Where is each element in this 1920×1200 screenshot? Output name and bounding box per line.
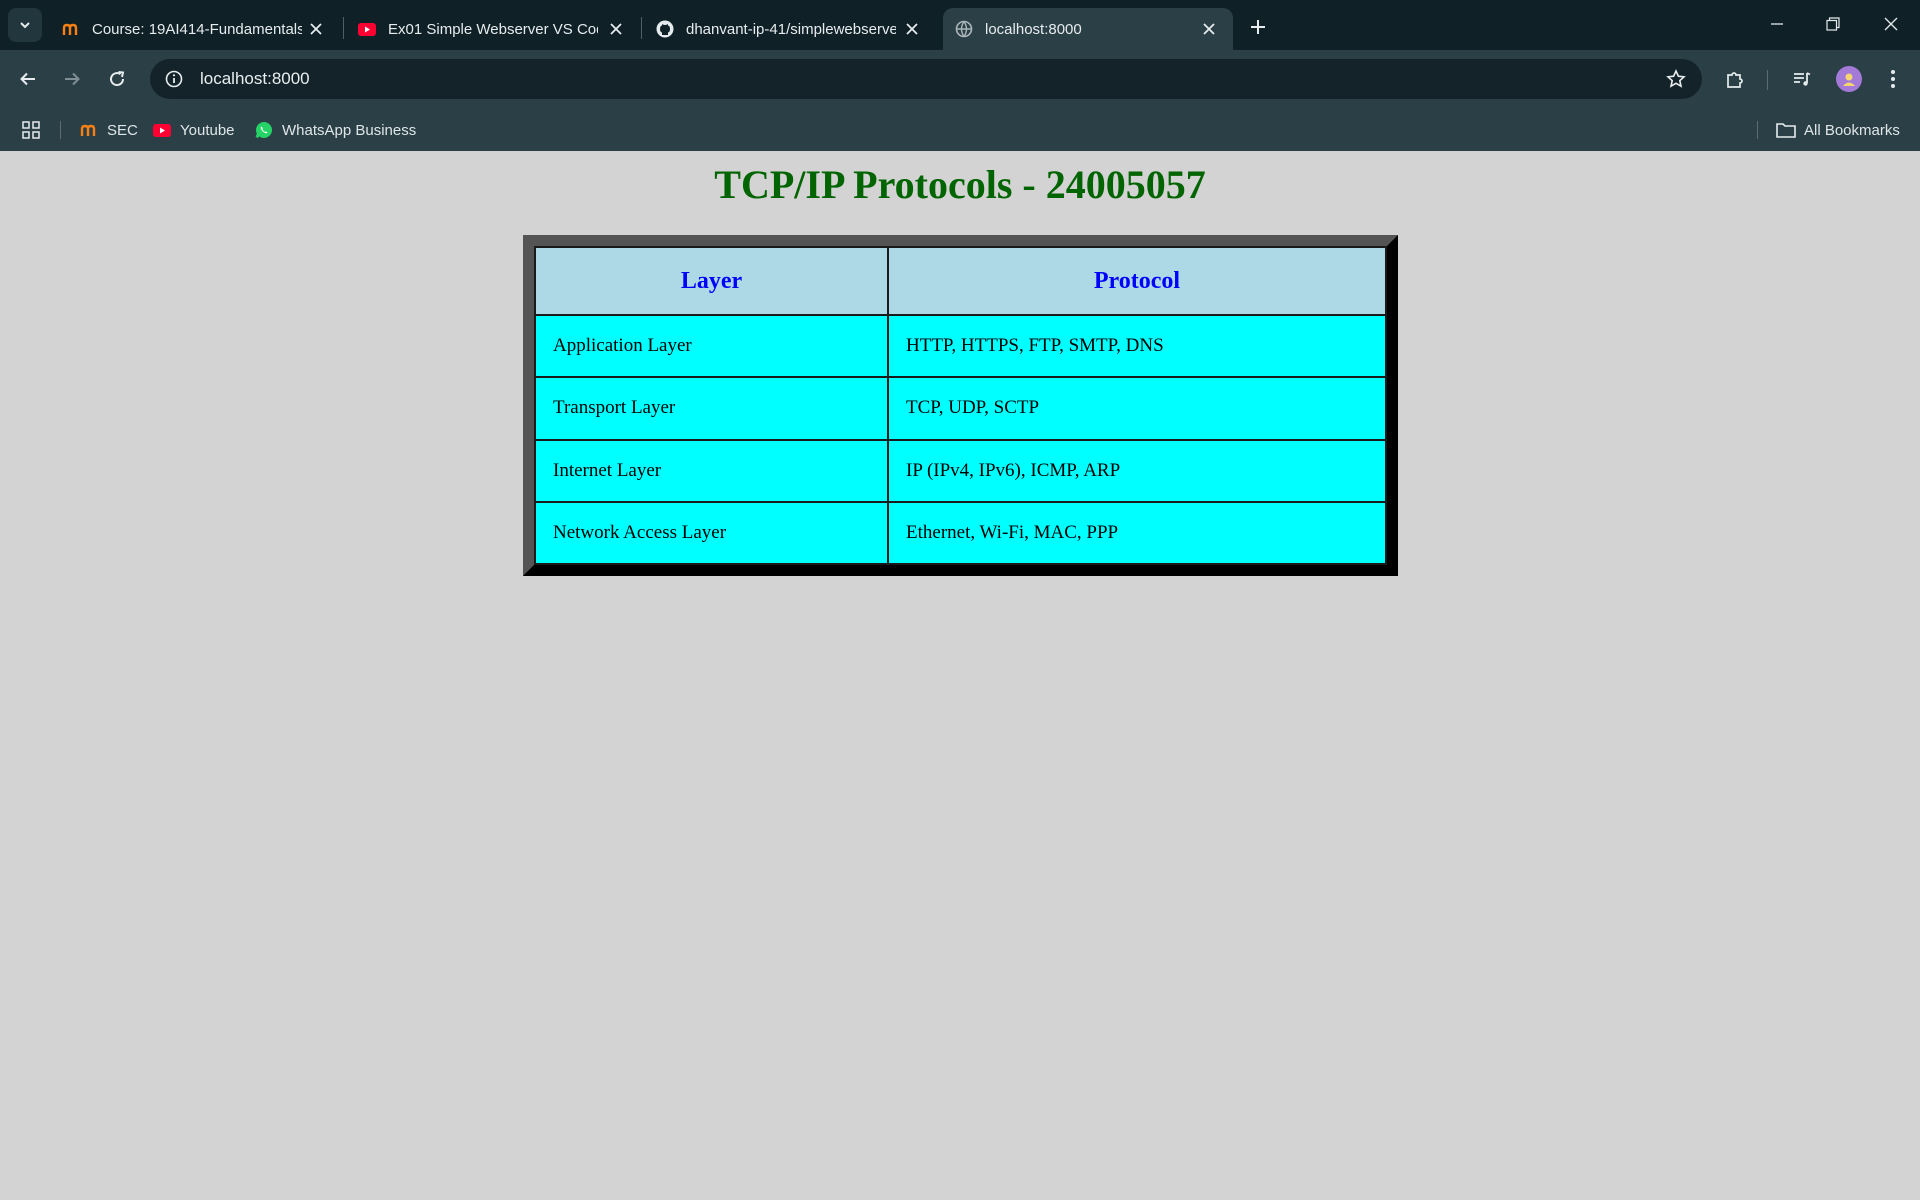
more-vertical-icon <box>1891 70 1895 88</box>
tab-divider <box>343 17 344 39</box>
bookmark-whatsapp-business[interactable]: WhatsApp Business <box>254 119 416 141</box>
bookmark-youtube[interactable]: Youtube <box>152 119 235 141</box>
arrow-right-icon <box>65 72 80 86</box>
layer-cell: Transport Layer <box>534 376 889 441</box>
all-bookmarks-label: All Bookmarks <box>1804 121 1900 139</box>
arrow-left-icon <box>20 72 35 86</box>
whatsapp-icon <box>254 121 274 139</box>
moodle-icon <box>62 20 80 38</box>
media-controls-button[interactable] <box>1788 65 1816 93</box>
new-tab-button[interactable] <box>1243 12 1273 42</box>
youtube-icon <box>358 20 376 38</box>
close-icon[interactable] <box>902 19 922 39</box>
reload-button[interactable] <box>102 64 132 94</box>
site-info-icon[interactable] <box>164 69 184 89</box>
avatar-icon <box>1843 73 1855 86</box>
browser-menu-button[interactable] <box>1879 65 1907 93</box>
close-icon <box>1884 17 1898 31</box>
protocol-table: Layer Protocol Application Layer HTTP, H… <box>534 246 1387 566</box>
restore-button[interactable] <box>1813 10 1853 38</box>
chevron-down-icon <box>20 22 30 29</box>
layer-cell: Application Layer <box>534 313 889 379</box>
bookmarks-bar: SEC Youtube WhatsApp Business All Bookma… <box>0 108 1920 151</box>
page-title: TCP/IP Protocols - 24005057 <box>714 162 1206 207</box>
github-icon <box>656 20 674 38</box>
tab-github[interactable]: dhanvant-ip-41/simplewebserver <box>644 8 936 50</box>
puzzle-icon <box>1727 72 1743 88</box>
table-row: Network Access Layer Ethernet, Wi-Fi, MA… <box>534 500 1387 566</box>
close-window-button[interactable] <box>1871 10 1911 38</box>
minimize-button[interactable] <box>1757 10 1797 38</box>
protocol-table-frame: Layer Protocol Application Layer HTTP, H… <box>523 235 1398 576</box>
youtube-icon <box>152 121 172 139</box>
column-header-layer: Layer <box>534 246 889 316</box>
tab-title: Course: 19AI414-Fundamentals <box>92 20 302 38</box>
apps-grid-icon <box>21 121 41 139</box>
toolbar-divider <box>1767 70 1768 90</box>
tab-title: dhanvant-ip-41/simplewebserver <box>686 20 896 38</box>
bookmark-star-icon[interactable] <box>1666 69 1686 89</box>
all-bookmarks-button[interactable]: All Bookmarks <box>1776 119 1900 141</box>
globe-icon <box>955 20 973 38</box>
bookmarks-divider <box>60 121 61 139</box>
bookmark-label: WhatsApp Business <box>282 121 417 139</box>
tab-strip: Course: 19AI414-Fundamentals Ex01 Simple… <box>0 0 1920 50</box>
close-icon[interactable] <box>1199 19 1219 39</box>
close-icon[interactable] <box>606 19 626 39</box>
table-row: Internet Layer IP (IPv4, IPv6), ICMP, AR… <box>534 438 1387 503</box>
restore-icon <box>1826 17 1840 31</box>
moodle-icon <box>79 121 99 139</box>
table-row: Application Layer HTTP, HTTPS, FTP, SMTP… <box>534 313 1387 379</box>
browser-toolbar: localhost:8000 <box>0 50 1920 108</box>
tab-divider <box>641 17 642 39</box>
apps-button[interactable] <box>21 119 49 141</box>
bookmarks-divider <box>1757 121 1758 139</box>
address-text: localhost:8000 <box>200 69 310 88</box>
close-icon[interactable] <box>306 19 326 39</box>
bookmark-label: Youtube <box>180 121 235 139</box>
protocol-cell: IP (IPv4, IPv6), ICMP, ARP <box>887 438 1387 503</box>
minimize-icon <box>1771 23 1783 25</box>
page-content: TCP/IP Protocols - 24005057 Layer Protoc… <box>0 151 1920 1200</box>
back-button[interactable] <box>13 64 43 94</box>
protocol-cell: HTTP, HTTPS, FTP, SMTP, DNS <box>887 313 1387 379</box>
profile-avatar[interactable] <box>1836 66 1862 92</box>
layer-cell: Network Access Layer <box>534 500 889 566</box>
playlist-icon <box>1794 72 1811 86</box>
bookmark-sec[interactable]: SEC <box>79 119 138 141</box>
tab-search-button[interactable] <box>8 8 42 42</box>
layer-cell: Internet Layer <box>534 438 889 503</box>
protocol-cell: TCP, UDP, SCTP <box>887 376 1387 441</box>
protocol-cell: Ethernet, Wi-Fi, MAC, PPP <box>887 500 1387 566</box>
address-bar[interactable]: localhost:8000 <box>150 59 1702 99</box>
table-row: Transport Layer TCP, UDP, SCTP <box>534 376 1387 441</box>
folder-icon <box>1776 121 1796 139</box>
plus-icon <box>1251 20 1265 34</box>
extensions-button[interactable] <box>1721 65 1749 93</box>
reload-icon <box>110 71 125 87</box>
table-header-row: Layer Protocol <box>534 246 1387 316</box>
tab-youtube-video[interactable]: Ex01 Simple Webserver VS Code <box>346 8 640 50</box>
column-header-protocol: Protocol <box>887 246 1387 316</box>
tab-course[interactable]: Course: 19AI414-Fundamentals <box>50 8 340 50</box>
tab-localhost[interactable]: localhost:8000 <box>943 8 1233 50</box>
tab-title: localhost:8000 <box>985 20 1082 38</box>
forward-button[interactable] <box>57 64 87 94</box>
tab-title: Ex01 Simple Webserver VS Code <box>388 20 598 38</box>
bookmark-label: SEC <box>107 121 138 139</box>
